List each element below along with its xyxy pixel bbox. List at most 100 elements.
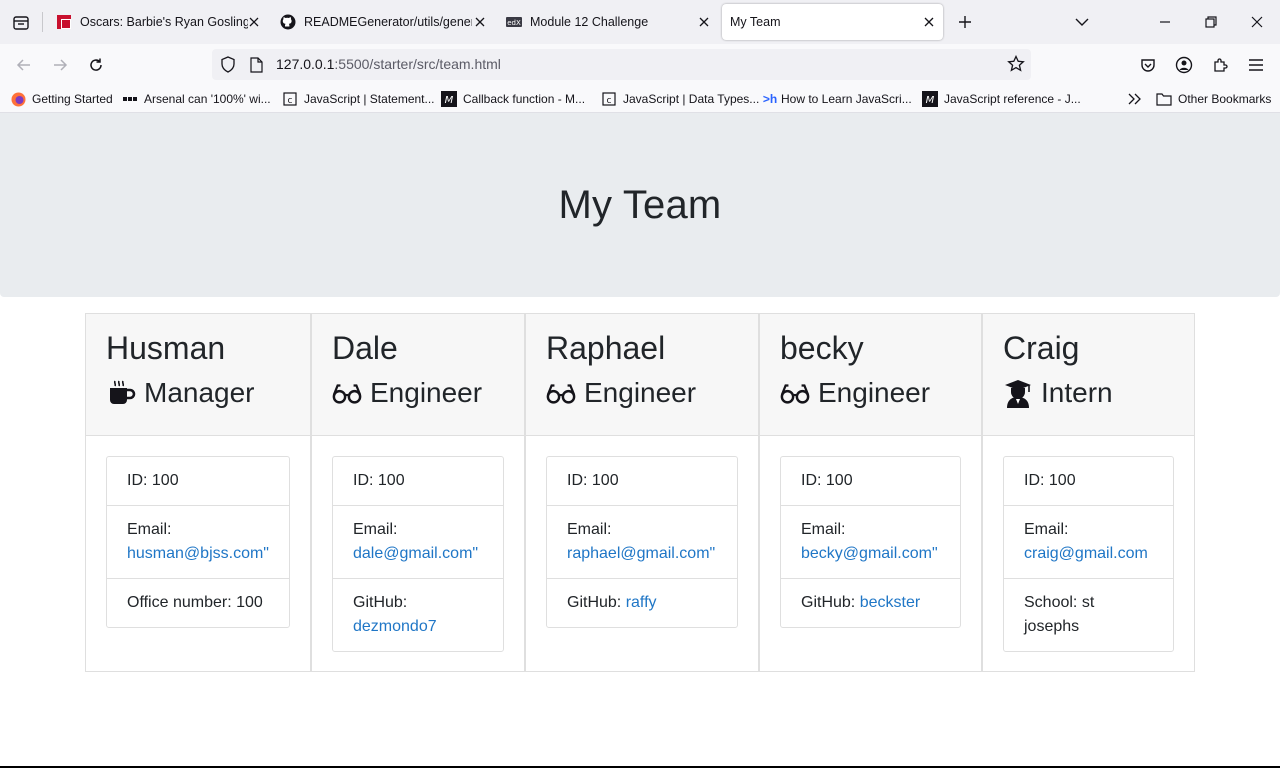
- bookmarks-toolbar: Getting Started Arsenal can '100%' wi...…: [0, 86, 1280, 113]
- github-icon: [280, 14, 296, 30]
- employee-name: Dale: [332, 330, 398, 366]
- bookmark-js-reference[interactable]: M JavaScript reference - J...: [922, 90, 1081, 108]
- bookmark-label: Arsenal can '100%' wi...: [144, 92, 271, 106]
- account-icon[interactable]: [1172, 53, 1196, 77]
- url-path: :5500/starter/src/team.html: [334, 56, 501, 72]
- email-label: Email:: [567, 521, 612, 538]
- details-list: ID: 100 Email: raphael@gmail.com" GitHub…: [546, 456, 738, 628]
- card-header: Craig Intern: [983, 314, 1194, 436]
- employee-card: becky Engineer ID: 100 Email: becky@gmai…: [759, 313, 982, 672]
- other-bookmarks[interactable]: Other Bookmarks: [1156, 90, 1271, 108]
- url-host: 127.0.0.1: [276, 56, 335, 72]
- email-link[interactable]: husman@bjss.com": [127, 545, 269, 562]
- role-label: Engineer: [584, 377, 697, 408]
- employee-name: Craig: [1003, 330, 1080, 366]
- pocket-icon[interactable]: [1136, 53, 1160, 77]
- bookmark-label: Callback function - M...: [463, 92, 586, 106]
- role-label: Engineer: [818, 377, 931, 408]
- bookmark-label: How to Learn JavaScri...: [781, 92, 912, 106]
- tab-title: READMEGenerator/utils/genera: [304, 15, 472, 29]
- bookmark-getting-started[interactable]: Getting Started: [10, 90, 113, 108]
- employee-card: Raphael Engineer ID: 100 Email: raphael@…: [525, 313, 759, 672]
- email-link[interactable]: craig@gmail.com: [1024, 545, 1148, 562]
- page-title: My Team: [558, 182, 722, 227]
- extensions-icon[interactable]: [1208, 53, 1232, 77]
- mdn-icon: M: [922, 91, 938, 107]
- bookmark-js-statement[interactable]: c JavaScript | Statement...: [282, 90, 435, 108]
- card-header: Raphael Engineer: [526, 314, 758, 436]
- shield-icon[interactable]: [220, 56, 236, 78]
- chevron-down-icon[interactable]: [1068, 8, 1096, 36]
- employee-role: Engineer: [332, 377, 482, 409]
- tab-title: My Team: [730, 15, 781, 29]
- id-item: ID: 100: [1004, 457, 1173, 506]
- svg-text:c: c: [607, 96, 612, 106]
- new-tab-icon[interactable]: [951, 8, 979, 36]
- mdn-icon: M: [441, 91, 457, 107]
- menu-icon[interactable]: [1244, 53, 1268, 77]
- bookmark-label: JavaScript | Data Types...: [623, 92, 760, 106]
- bookmark-label: JavaScript reference - J...: [944, 92, 1081, 106]
- email-link[interactable]: raphael@gmail.com": [567, 545, 715, 562]
- employee-role: Intern: [1003, 377, 1113, 409]
- dots-favicon-icon: [122, 91, 138, 107]
- id-item: ID: 100: [107, 457, 289, 506]
- employee-name: Raphael: [546, 330, 666, 366]
- github-link[interactable]: raffy: [626, 594, 657, 611]
- employee-card: Husman Manager ID: 100 Email: husman@bjs…: [85, 313, 311, 672]
- address-bar[interactable]: 127.0.0.1:5500/starter/src/team.html: [212, 49, 1031, 80]
- close-tab-icon[interactable]: [246, 14, 262, 30]
- geeks-favicon-icon: c: [601, 91, 617, 107]
- email-label: Email:: [353, 521, 398, 538]
- url-text[interactable]: 127.0.0.1:5500/starter/src/team.html: [276, 56, 501, 72]
- id-item: ID: 100: [781, 457, 960, 506]
- details-list: ID: 100 Email: craig@gmail.com School: s…: [1003, 456, 1174, 652]
- id-item: ID: 100: [547, 457, 737, 506]
- employee-card: Craig Intern ID: 100 Email: craig@gmail.…: [982, 313, 1195, 672]
- github-link[interactable]: beckster: [860, 594, 920, 611]
- more-bookmarks-chevron-icon[interactable]: [1128, 90, 1142, 108]
- id-item: ID: 100: [333, 457, 503, 506]
- graduate-icon: [1003, 378, 1033, 408]
- employee-card: Dale Engineer ID: 100 Email: dale@gmail.…: [311, 313, 525, 672]
- list-all-tabs-icon[interactable]: [9, 11, 33, 35]
- hashnode-icon: >h: [762, 92, 778, 106]
- close-window-icon[interactable]: [1243, 8, 1271, 36]
- email-label: Email:: [127, 521, 172, 538]
- email-item: Email: craig@gmail.com: [1004, 506, 1173, 579]
- minimize-icon[interactable]: [1151, 8, 1179, 36]
- close-tab-icon[interactable]: [472, 14, 488, 30]
- email-label: Email:: [1024, 521, 1069, 538]
- restore-icon[interactable]: [1197, 8, 1225, 36]
- tab-module-12-challenge[interactable]: edX Module 12 Challenge: [498, 4, 718, 40]
- svg-text:M: M: [445, 95, 454, 106]
- employee-name: becky: [780, 330, 864, 366]
- page-icon[interactable]: [249, 57, 263, 78]
- office-number-item: Office number: 100: [127, 594, 263, 611]
- github-item: GitHub: raffy: [547, 579, 737, 627]
- bookmark-js-data-types[interactable]: c JavaScript | Data Types...: [601, 90, 759, 108]
- bookmark-arsenal[interactable]: Arsenal can '100%' wi...: [122, 90, 271, 108]
- tab-oscars[interactable]: Oscars: Barbie's Ryan Gosling 'd: [48, 4, 268, 40]
- email-label: Email:: [801, 521, 846, 538]
- close-tab-icon[interactable]: [921, 14, 937, 30]
- glasses-icon: [780, 378, 810, 408]
- bookmark-callback-function[interactable]: M Callback function - M...: [441, 90, 585, 108]
- tab-readme-generator[interactable]: READMEGenerator/utils/genera: [272, 4, 494, 40]
- forward-arrow-icon[interactable]: [48, 53, 72, 77]
- geeks-favicon-icon: c: [282, 91, 298, 107]
- back-arrow-icon[interactable]: [12, 53, 36, 77]
- bookmark-learn-js[interactable]: >h How to Learn JavaScri...: [762, 90, 912, 108]
- close-tab-icon[interactable]: [696, 14, 712, 30]
- reload-icon[interactable]: [84, 53, 108, 77]
- edx-favicon-icon: edX: [506, 14, 522, 30]
- jumbotron-header: My Team: [0, 113, 1280, 297]
- email-link[interactable]: dale@gmail.com": [353, 545, 478, 562]
- bookmark-star-icon[interactable]: [1007, 54, 1025, 78]
- glasses-icon: [332, 378, 362, 408]
- employee-name: Husman: [106, 330, 226, 366]
- tab-my-team[interactable]: My Team: [722, 4, 943, 40]
- email-item: Email: becky@gmail.com": [781, 506, 960, 579]
- email-link[interactable]: becky@gmail.com": [801, 545, 938, 562]
- github-link[interactable]: dezmondo7: [353, 618, 437, 635]
